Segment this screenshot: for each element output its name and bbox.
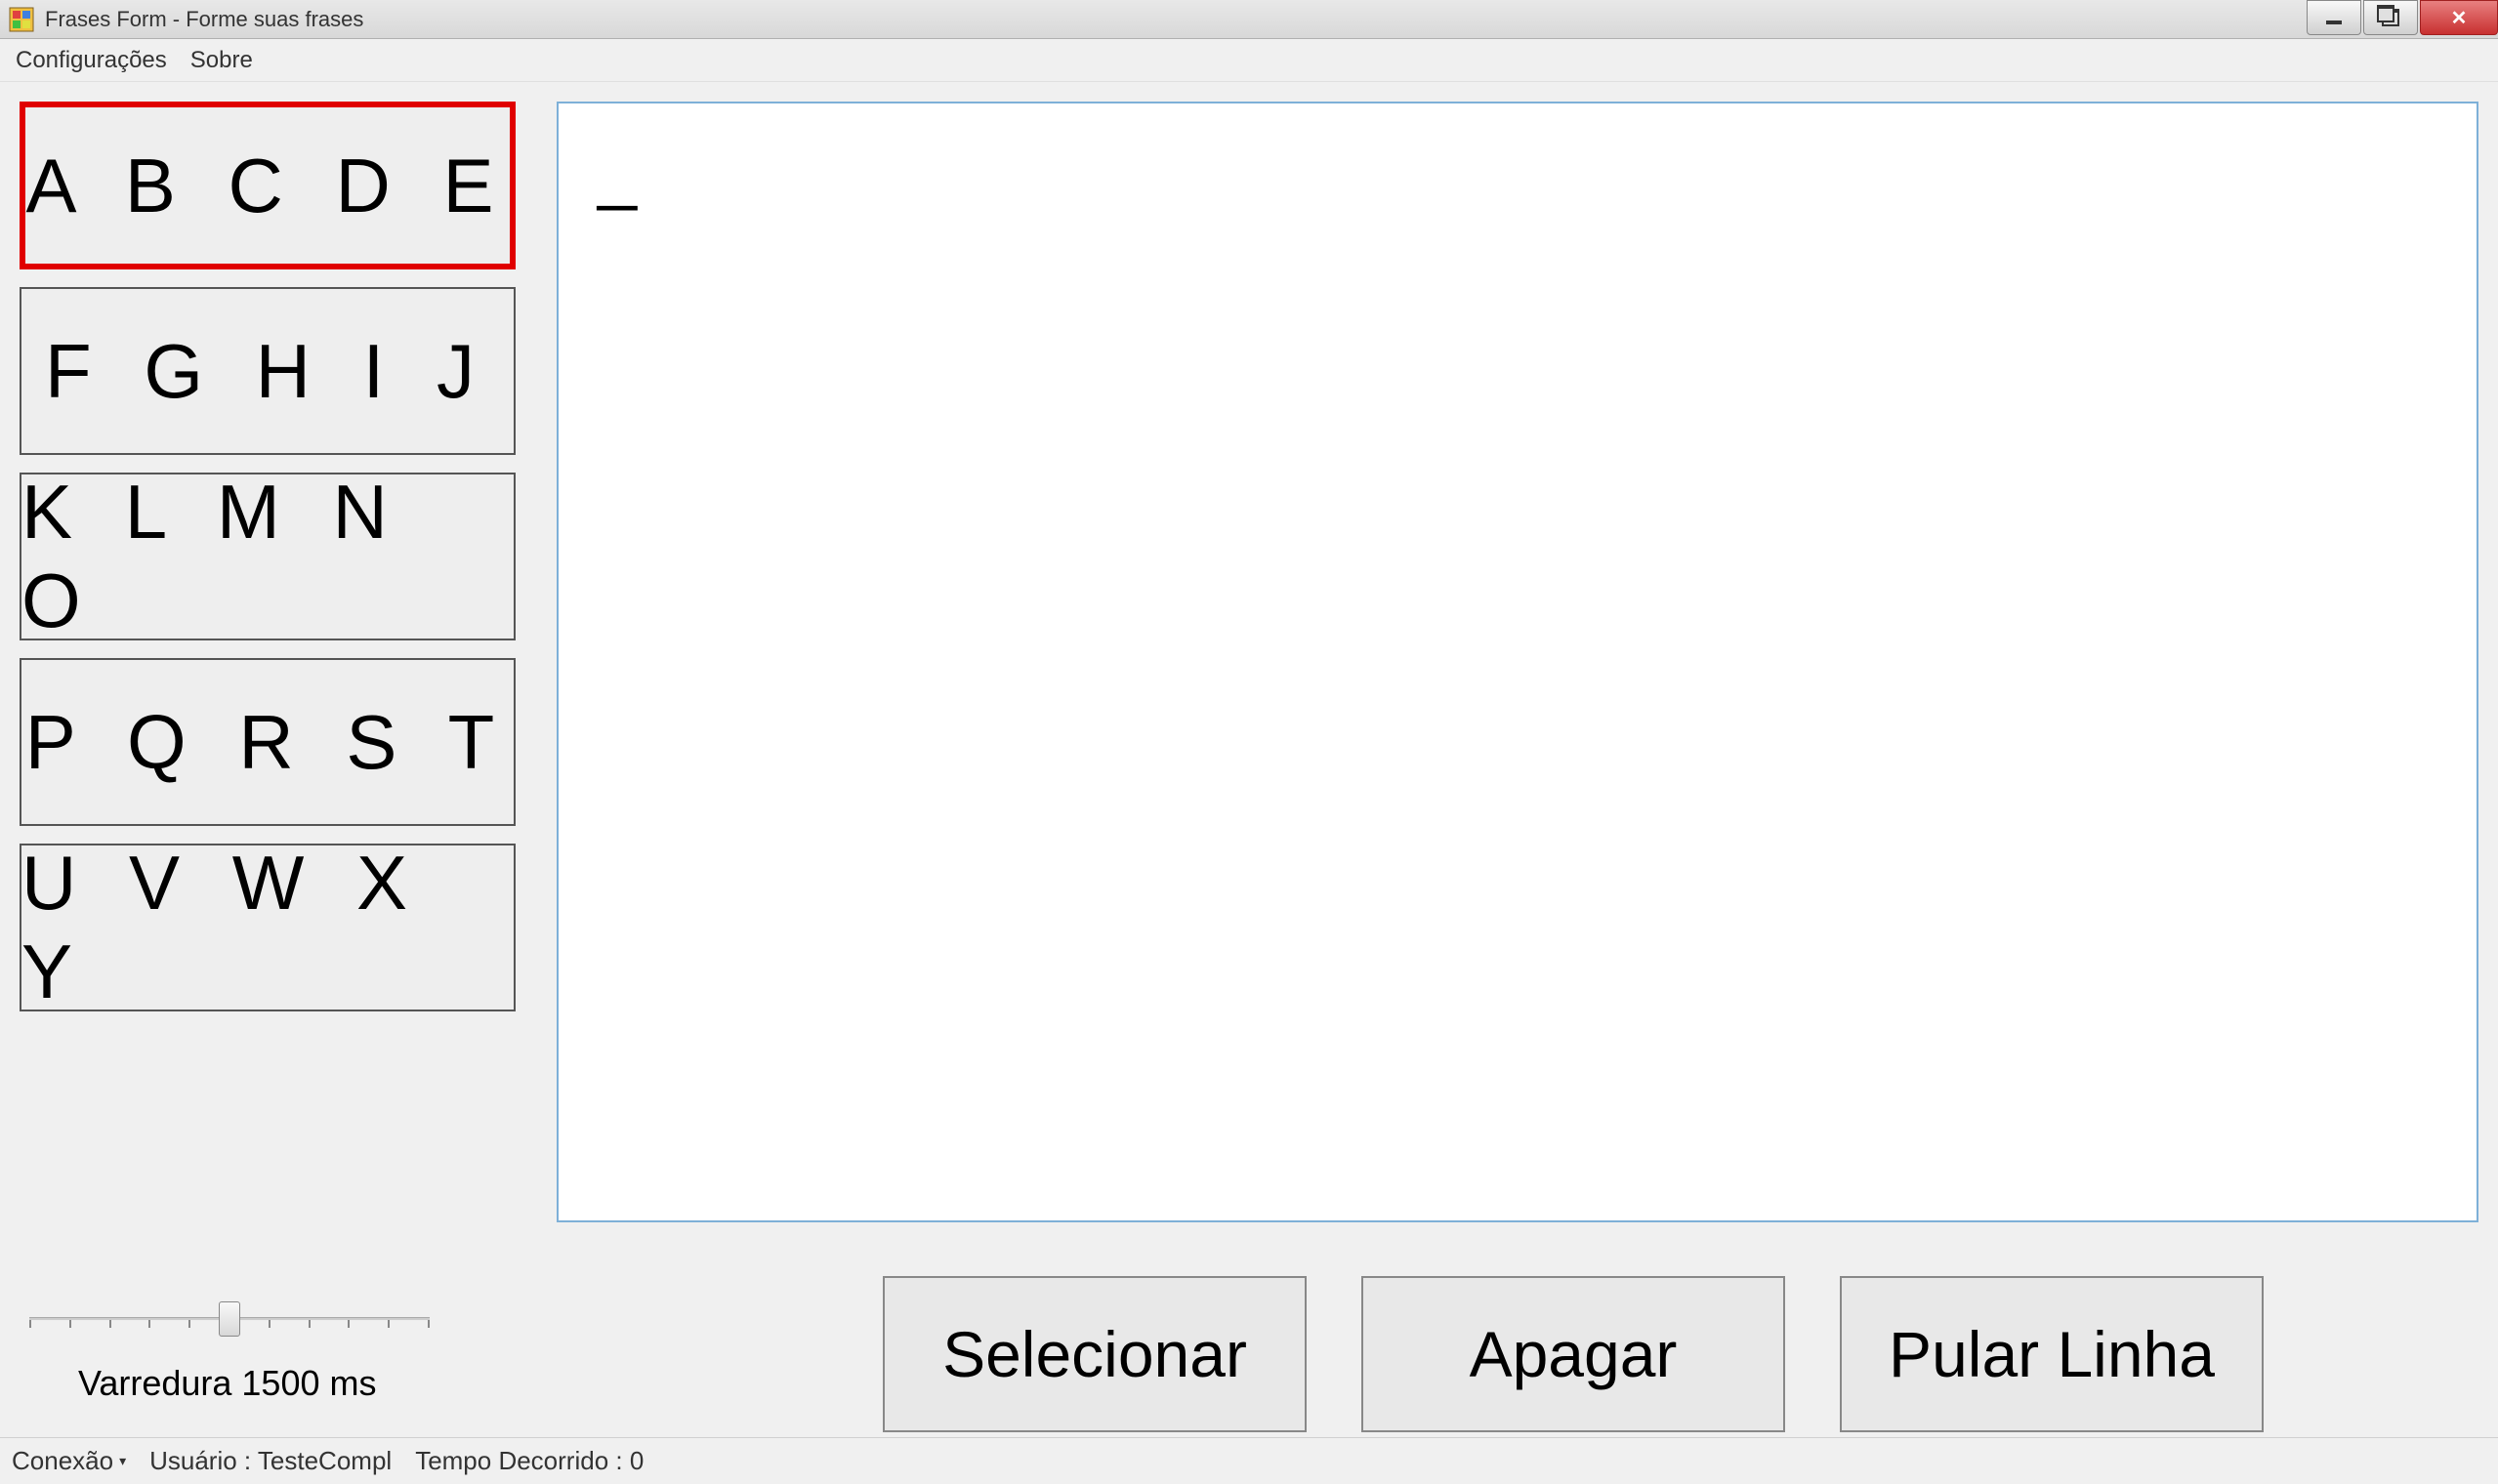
bottom-section: Varredura 1500 ms Selecionar Apagar Pula… <box>0 1271 2498 1437</box>
menu-configuracoes[interactable]: Configurações <box>16 47 167 74</box>
menu-sobre[interactable]: Sobre <box>190 47 253 74</box>
app-icon <box>8 6 35 33</box>
newline-button[interactable]: Pular Linha <box>1840 1276 2264 1432</box>
select-button[interactable]: Selecionar <box>883 1276 1307 1432</box>
slider-section: Varredura 1500 ms <box>20 1304 479 1404</box>
select-button-label: Selecionar <box>942 1317 1247 1391</box>
letter-group-pqrst[interactable]: P Q R S T <box>20 658 516 826</box>
status-connection-label: Conexão <box>12 1446 113 1476</box>
letter-group-fghij[interactable]: F G H I J <box>20 287 516 455</box>
status-user: Usuário : TesteCompl <box>149 1446 392 1476</box>
window-controls <box>2305 0 2498 37</box>
delete-button[interactable]: Apagar <box>1361 1276 1785 1432</box>
status-connection[interactable]: Conexão ▾ <box>12 1446 126 1476</box>
output-text-area[interactable]: _ <box>557 102 2478 1222</box>
letter-group-uvwxy[interactable]: U V W X Y <box>20 844 516 1011</box>
scan-speed-label: Varredura 1500 ms <box>29 1363 479 1404</box>
titlebar: Frases Form - Forme suas frases <box>0 0 2498 39</box>
letter-panel: A B C D E F G H I J K L M N O P Q R S T … <box>20 102 537 1252</box>
delete-button-label: Apagar <box>1470 1317 1678 1391</box>
letter-group-klmno[interactable]: K L M N O <box>20 473 516 640</box>
letter-group-label: F G H I J <box>45 327 490 416</box>
minimize-button[interactable] <box>2307 0 2361 35</box>
newline-button-label: Pular Linha <box>1889 1317 2215 1391</box>
letter-group-label: P Q R S T <box>25 698 511 787</box>
letter-group-label: U V W X Y <box>21 839 514 1016</box>
menubar: Configurações Sobre <box>0 39 2498 82</box>
close-button[interactable] <box>2420 0 2498 35</box>
slider-thumb[interactable] <box>219 1301 240 1337</box>
letter-group-label: A B C D E <box>25 142 509 230</box>
app-window: Frases Form - Forme suas frases Configur… <box>0 0 2498 1484</box>
output-text: _ <box>598 134 637 212</box>
statusbar: Conexão ▾ Usuário : TesteCompl Tempo Dec… <box>0 1437 2498 1484</box>
action-buttons: Selecionar Apagar Pular Linha <box>883 1276 2478 1432</box>
maximize-button[interactable] <box>2363 0 2418 35</box>
dropdown-icon: ▾ <box>119 1453 126 1469</box>
letter-group-label: K L M N O <box>21 468 514 645</box>
scan-speed-slider[interactable] <box>29 1304 430 1334</box>
status-elapsed: Tempo Decorrido : 0 <box>415 1446 644 1476</box>
window-title: Frases Form - Forme suas frases <box>45 7 363 32</box>
letter-group-abcde[interactable]: A B C D E <box>20 102 516 269</box>
main-content: A B C D E F G H I J K L M N O P Q R S T … <box>0 82 2498 1271</box>
